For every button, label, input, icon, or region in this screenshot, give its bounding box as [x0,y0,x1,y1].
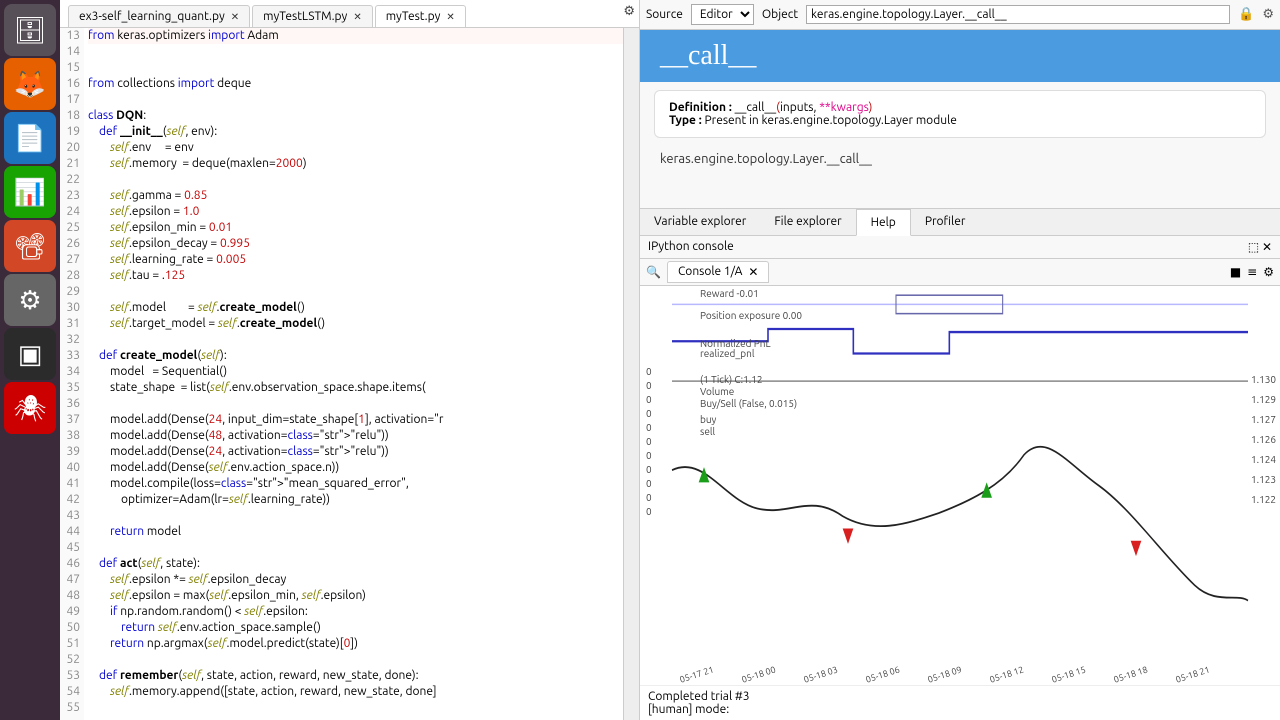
object-input[interactable] [806,5,1230,24]
definition-kwargs: **kwargs [819,101,868,114]
editor-options-icon[interactable]: ⚙ [623,4,635,19]
close-icon[interactable]: ✕ [353,11,361,23]
right-pane: Source Editor Object 🔒 ⚙ __call__ Defini… [640,0,1280,720]
lock-icon[interactable]: 🔒 [1238,7,1254,22]
help-definition-box: Definition : __call__(inputs, **kwargs) … [654,90,1266,138]
console-output: Completed trial #3 [human] mode: [640,685,1280,720]
tab-mytest[interactable]: myTest.py ✕ [375,5,466,27]
launcher-firefox-icon[interactable]: 🦊 [4,58,56,110]
definition-args: inputs, [780,101,819,114]
help-toolbar: Source Editor Object 🔒 ⚙ [640,0,1280,30]
output-plot: 00000000000 1.1301.1291.1271.1261.1241.1… [640,286,1280,685]
launcher-calc-icon[interactable]: 📊 [4,166,56,218]
launcher-files-icon[interactable]: 🗄 [4,4,56,56]
help-body: keras.engine.topology.Layer.__call__ [640,146,1280,172]
tab-lstm[interactable]: myTestLSTM.py ✕ [252,5,373,27]
launcher-writer-icon[interactable]: 📄 [4,112,56,164]
object-label: Object [762,8,798,21]
tab-help[interactable]: Help [856,209,911,236]
tab-label: myTestLSTM.py [263,10,347,23]
help-title: __call__ [640,30,1280,82]
console-tab[interactable]: Console 1/A ✕ [667,261,770,283]
close-panel-icon[interactable]: ✕ [1262,241,1272,254]
options-icon[interactable]: ⚙ [1262,7,1274,22]
launcher: 🗄 🦊 📄 📊 📽 ⚙ ▣ 🕷 [0,0,60,720]
launcher-terminal-icon[interactable]: ▣ [4,328,56,380]
tab-label: myTest.py [386,10,441,23]
tab-ex3[interactable]: ex3-self_learning_quant.py ✕ [68,5,250,27]
tab-label: ex3-self_learning_quant.py [79,10,225,23]
tab-variable-explorer[interactable]: Variable explorer [640,209,760,235]
close-icon[interactable]: ✕ [446,11,454,23]
code-area[interactable]: from keras.optimizers import Adam from c… [84,28,623,720]
ipython-label: IPython console [648,240,734,254]
definition-label: Definition : [669,101,732,114]
tab-profiler[interactable]: Profiler [911,209,980,235]
right-panel-tabs: Variable explorer File explorer Help Pro… [640,208,1280,236]
line-gutter: 1314151617181920212223242526272829303132… [60,28,84,720]
console-line: Completed trial #3 [648,690,1272,703]
editor-tabs: ex3-self_learning_quant.py ✕ myTestLSTM.p… [60,0,639,28]
console-options-icon[interactable]: ⚙ [1263,265,1274,279]
vertical-scrollbar[interactable] [623,28,639,720]
editor-pane: ⚙ ex3-self_learning_quant.py ✕ myTestLSTM… [60,0,640,720]
interrupt-icon[interactable]: ≡ [1247,265,1257,279]
code-editor[interactable]: 1314151617181920212223242526272829303132… [60,28,639,720]
launcher-spyder-icon[interactable]: 🕷 [4,382,56,434]
launcher-settings-icon[interactable]: ⚙ [4,274,56,326]
type-label: Type : [669,114,702,127]
source-select[interactable]: Editor [691,4,754,25]
close-icon[interactable]: ✕ [748,265,758,279]
source-label: Source [646,8,683,21]
maximize-icon[interactable]: ⬚ [1248,241,1259,254]
close-icon[interactable]: ✕ [231,11,239,23]
stop-icon[interactable]: ■ [1230,265,1241,279]
definition-fn: __call__ [735,101,777,114]
console-line: [human] mode: [648,703,1272,716]
ipython-panel-header: IPython console ⬚ ✕ [640,236,1280,259]
browse-kernel-icon[interactable]: 🔍 [646,265,661,279]
console-tabs: 🔍 Console 1/A ✕ ■ ≡ ⚙ [640,259,1280,286]
type-value: Present in keras.engine.topology.Layer m… [705,114,957,127]
console-tab-label: Console 1/A [678,265,742,279]
launcher-impress-icon[interactable]: 📽 [4,220,56,272]
tab-file-explorer[interactable]: File explorer [760,209,855,235]
